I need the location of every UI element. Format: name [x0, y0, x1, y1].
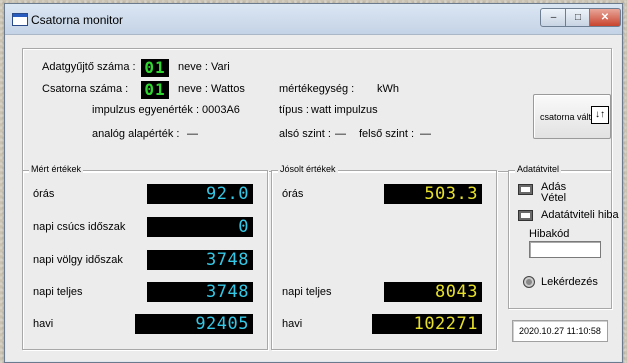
data-transfer-group: Adatátvitel Adás Vétel Adatátviteli hiba…: [508, 164, 619, 309]
predicted-hourly-display: 503.3: [384, 184, 482, 204]
pulse-equivalent-label: impulzus egyenérték :: [92, 104, 199, 116]
analog-base-label: analóg alapérték :: [92, 128, 180, 140]
collector-name-label: neve :: [178, 61, 208, 73]
channel-info-panel: Adatgyűjtő száma : 01 neve : Vari Csator…: [22, 48, 612, 172]
predicted-daily-total-display: 8043: [384, 282, 482, 302]
predicted-monthly-display: 102271: [372, 314, 482, 334]
transfer-error-label: Adatátviteli hiba: [541, 209, 619, 221]
window-title: Csatorna monitor: [31, 13, 124, 27]
type-label: típus :: [279, 104, 309, 116]
predicted-monthly-label: havi: [282, 318, 303, 330]
upper-level-label: felső szint :: [359, 128, 415, 140]
measured-values-group: Mért értékek órás 92.0 napi csúcs idősza…: [22, 164, 268, 350]
measured-hourly-label: órás: [33, 188, 55, 200]
channel-name-label: neve :: [178, 83, 208, 95]
channel-name-value: Wattos: [211, 83, 245, 95]
measured-daily-total-label: napi teljes: [33, 286, 83, 298]
monitor-window: Csatorna monitor – □ ✕ Adatgyűjtő száma …: [4, 3, 623, 363]
measured-daily-total-display: 3748: [147, 282, 253, 302]
error-code-field[interactable]: [529, 241, 601, 258]
query-label: Lekérdezés: [541, 276, 598, 288]
swap-arrows-icon: ↓↑: [591, 106, 609, 124]
close-button[interactable]: ✕: [589, 8, 621, 27]
minimize-button[interactable]: –: [540, 8, 567, 27]
data-transfer-title: Adatátvitel: [515, 164, 562, 174]
lower-level-label: alsó szint :: [279, 128, 331, 140]
send-indicator: [518, 184, 533, 195]
channel-number-display: 01: [141, 81, 169, 99]
measured-values-title: Mért értékek: [29, 164, 84, 174]
client-area: Adatgyűjtő száma : 01 neve : Vari Csator…: [13, 37, 619, 357]
measured-monthly-display: 92405: [135, 314, 253, 334]
datetime-display: 2020.10.27 11:10:58: [512, 320, 608, 342]
unit-label: mértékegység :: [279, 83, 355, 95]
collector-name-value: Vari: [211, 61, 230, 73]
predicted-hourly-label: órás: [282, 188, 304, 200]
channel-number-label: Csatorna száma :: [42, 83, 129, 95]
maximize-button[interactable]: □: [565, 8, 591, 27]
window-app-icon: [12, 13, 28, 26]
pulse-equivalent-value: 0003A6: [202, 104, 240, 116]
collector-number-display: 01: [141, 59, 169, 77]
switch-channel-button[interactable]: csatorna váltás ↓↑: [533, 94, 611, 139]
measured-offpeak-label: napi völgy időszak: [33, 254, 123, 266]
type-value: watt impulzus: [311, 104, 378, 116]
predicted-daily-total-label: napi teljes: [282, 286, 332, 298]
error-code-label: Hibakód: [529, 228, 570, 240]
predicted-values-group: Jósolt értékek órás 503.3 napi teljes 80…: [271, 164, 497, 350]
measured-peak-label: napi csúcs időszak: [33, 221, 126, 233]
upper-level-value: —: [420, 128, 431, 140]
measured-hourly-display: 92.0: [147, 184, 253, 204]
receive-label: Vétel: [541, 192, 567, 204]
error-indicator: [518, 210, 533, 221]
measured-peak-display: 0: [147, 217, 253, 237]
analog-base-value: —: [187, 128, 198, 140]
measured-offpeak-display: 3748: [147, 250, 253, 270]
title-bar[interactable]: Csatorna monitor – □ ✕: [5, 4, 622, 35]
predicted-values-title: Jósolt értékek: [278, 164, 338, 174]
query-radio[interactable]: [523, 276, 535, 288]
lower-level-value: —: [335, 128, 346, 140]
measured-monthly-label: havi: [33, 318, 54, 330]
collector-number-label: Adatgyűjtő száma :: [42, 61, 136, 73]
unit-value: kWh: [377, 83, 399, 95]
